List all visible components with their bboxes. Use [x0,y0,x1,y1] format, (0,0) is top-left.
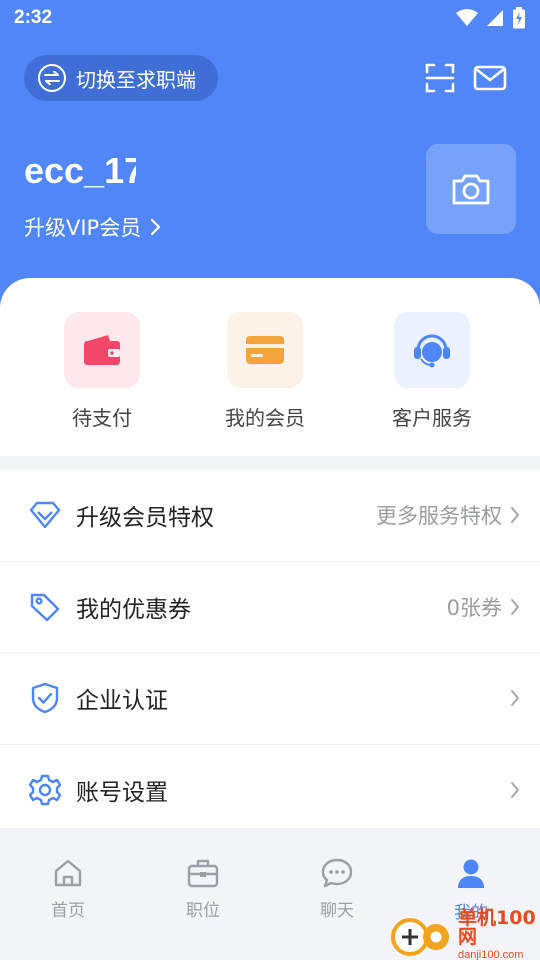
watermark-en: danji100.com [458,949,524,960]
upgrade-vip-link[interactable]: 升级VIP会员 [24,210,161,244]
menu-row-enterprise-verification[interactable]: 企业认证 [0,653,540,745]
wifi-icon [456,9,478,26]
wallet-icon [64,312,140,388]
customer-service-button[interactable]: 客户服务 [352,312,512,431]
mail-icon[interactable] [472,60,508,96]
quick-label-my-membership: 我的会员 [225,406,305,430]
status-icons [456,7,526,29]
menu-title: 账号设置 [76,780,168,807]
username: ecc_17 [24,150,136,191]
status-bar: 2:32 [0,0,540,36]
camera-icon [452,174,490,205]
chevron-right-icon [508,504,522,526]
briefcase-icon [187,859,219,888]
tab-label-jobs: 职位 [186,901,220,921]
tab-chat[interactable]: 聊天 [292,858,382,921]
tab-home[interactable]: 首页 [23,858,113,921]
chevron-right-icon [508,687,522,709]
menu-row-upgrade-privileges[interactable]: 升级会员特权 更多服务特权 [0,470,540,562]
chevron-right-icon [508,779,522,801]
menu-row-account-settings[interactable]: 账号设置 [0,745,540,837]
swap-icon [38,64,66,92]
avatar-upload-button[interactable] [426,144,516,234]
chat-icon [321,858,353,888]
diamond-icon [28,498,62,532]
quick-actions-card: 待支付 我的会员 客户服务 [0,278,540,456]
pending-payment-button[interactable]: 待支付 [22,312,182,431]
quick-label-pending-payment: 待支付 [72,406,132,430]
watermark-text: 单机100网 danji100.com [458,909,540,960]
gear-icon [28,773,62,807]
quick-label-customer-service: 客户服务 [392,406,472,430]
watermark-cn: 单机100网 [458,907,536,948]
tab-label-home: 首页 [51,901,85,921]
signal-icon [487,10,503,26]
menu-value: 更多服务特权 [376,504,502,529]
tab-label-chat: 聊天 [320,901,354,921]
shield-check-icon [28,681,62,715]
switch-label: 切换至求职端 [76,67,196,92]
menu-title: 我的优惠券 [76,596,191,623]
status-time: 2:32 [14,7,53,28]
menu-title: 企业认证 [76,688,168,715]
menu-row-my-coupons[interactable]: 我的优惠券 0张券 [0,562,540,653]
watermark-logo [390,913,454,957]
menu-title: 升级会员特权 [76,505,214,532]
user-icon [458,859,484,888]
vip-label: 升级VIP会员 [24,216,142,240]
my-membership-button[interactable]: 我的会员 [185,312,345,431]
customer-service-icon [394,312,470,388]
battery-charging-icon [513,7,525,29]
site-watermark: 单机100网 danji100.com [390,909,540,960]
menu-value: 0张券 [446,595,502,620]
chevron-right-icon [508,596,522,618]
tab-jobs[interactable]: 职位 [158,858,248,921]
coupon-tag-icon [28,590,62,624]
settings-menu-list: 升级会员特权 更多服务特权 我的优惠券 0张券 企业认证 账号设置 [0,470,540,836]
switch-to-jobseeker-button[interactable]: 切换至求职端 [24,55,218,101]
chevron-right-icon [151,218,161,236]
scan-icon[interactable] [422,60,458,96]
home-icon [54,859,82,887]
member-card-icon [227,312,303,388]
